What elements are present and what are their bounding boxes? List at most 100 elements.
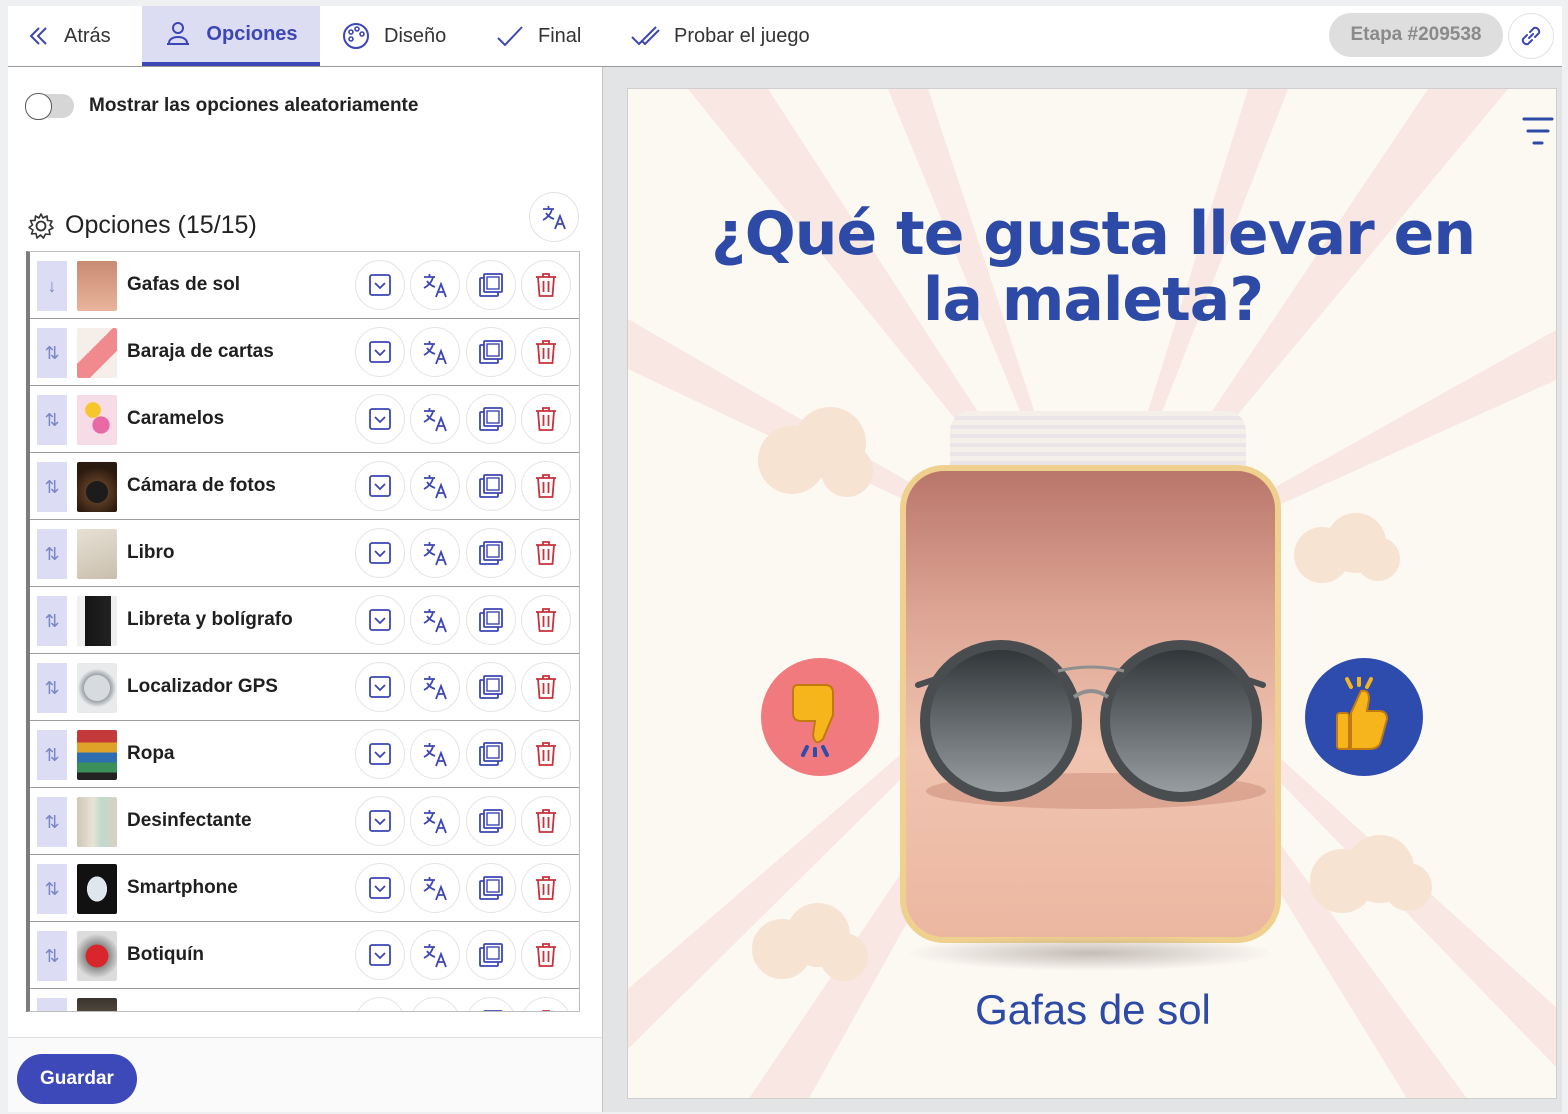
current-option-name: Gafas de sol bbox=[975, 986, 1211, 1033]
duplicate-option-button[interactable] bbox=[466, 729, 516, 779]
translate-option-button[interactable] bbox=[410, 796, 460, 846]
translate-option-button[interactable] bbox=[410, 528, 460, 578]
delete-option-button[interactable] bbox=[521, 662, 571, 712]
back-button[interactable]: Atrás bbox=[28, 6, 111, 66]
tab-design-label: Diseño bbox=[384, 24, 447, 47]
delete-option-button[interactable] bbox=[521, 796, 571, 846]
duplicate-option-button[interactable] bbox=[466, 662, 516, 712]
translate-option-button[interactable] bbox=[410, 930, 460, 980]
duplicate-option-button[interactable] bbox=[466, 528, 516, 578]
expand-option-button[interactable] bbox=[355, 662, 405, 712]
dropdown-box-icon bbox=[369, 475, 391, 497]
delete-option-button[interactable] bbox=[521, 260, 571, 310]
translate-option-button[interactable] bbox=[410, 863, 460, 913]
duplicate-option-button[interactable] bbox=[466, 863, 516, 913]
preview-area: ¿Qué te gusta llevar en la maleta? Gafas… bbox=[602, 67, 1562, 1112]
duplicate-option-button[interactable] bbox=[466, 394, 516, 444]
expand-option-button[interactable] bbox=[355, 595, 405, 645]
translate-option-button[interactable] bbox=[410, 461, 460, 511]
delete-option-button[interactable] bbox=[521, 528, 571, 578]
save-button[interactable]: Guardar bbox=[17, 1054, 137, 1104]
translate-option-button[interactable] bbox=[410, 394, 460, 444]
translate-icon bbox=[423, 274, 447, 298]
drag-handle[interactable]: ⇅ bbox=[37, 529, 67, 579]
expand-option-button[interactable] bbox=[355, 394, 405, 444]
cloud-decoration bbox=[758, 407, 873, 497]
reorder-icon: ⇅ bbox=[44, 945, 60, 966]
duplicate-option-button[interactable] bbox=[466, 997, 516, 1011]
drag-handle[interactable]: ⇅ bbox=[37, 462, 67, 512]
duplicate-option-button[interactable] bbox=[466, 327, 516, 377]
expand-option-button[interactable] bbox=[355, 729, 405, 779]
delete-option-button[interactable] bbox=[521, 863, 571, 913]
drag-handle[interactable]: ⇅ bbox=[37, 998, 67, 1011]
translate-icon bbox=[423, 743, 447, 767]
copy-link-button[interactable] bbox=[1508, 13, 1554, 59]
expand-option-button[interactable] bbox=[355, 528, 405, 578]
expand-option-button[interactable] bbox=[355, 260, 405, 310]
duplicate-option-button[interactable] bbox=[466, 595, 516, 645]
expand-option-button[interactable] bbox=[355, 461, 405, 511]
duplicate-icon bbox=[479, 608, 503, 632]
delete-option-button[interactable] bbox=[521, 729, 571, 779]
option-row: ⇅ Libreta y bolígrafo bbox=[30, 587, 579, 654]
dislike-button[interactable] bbox=[761, 658, 879, 776]
translate-all-button[interactable] bbox=[529, 192, 579, 242]
option-label: Libro bbox=[127, 542, 175, 563]
question-title: ¿Qué te gusta llevar en la maleta? bbox=[710, 199, 1476, 335]
reorder-icon: ⇅ bbox=[44, 543, 60, 564]
drag-handle[interactable]: ⇅ bbox=[37, 596, 67, 646]
expand-option-button[interactable] bbox=[355, 863, 405, 913]
option-card[interactable] bbox=[900, 465, 1281, 943]
duplicate-icon bbox=[483, 1010, 503, 1011]
duplicate-option-button[interactable] bbox=[466, 260, 516, 310]
translate-option-button[interactable] bbox=[410, 997, 460, 1011]
expand-option-button[interactable] bbox=[355, 796, 405, 846]
tab-design[interactable]: Diseño bbox=[342, 6, 446, 66]
trash-icon bbox=[536, 407, 556, 431]
expand-option-button[interactable] bbox=[355, 327, 405, 377]
dropdown-box-icon bbox=[369, 408, 391, 430]
delete-option-button[interactable] bbox=[521, 461, 571, 511]
trash-icon bbox=[536, 742, 556, 766]
dropdown-box-icon bbox=[369, 341, 391, 363]
expand-option-button[interactable] bbox=[355, 997, 405, 1011]
shuffle-toggle[interactable] bbox=[25, 93, 74, 120]
option-row: ↓ Gafas de sol bbox=[30, 252, 579, 319]
option-thumbnail bbox=[77, 931, 117, 981]
duplicate-option-button[interactable] bbox=[466, 930, 516, 980]
translate-option-button[interactable] bbox=[410, 729, 460, 779]
double-check-icon bbox=[631, 26, 660, 46]
panel-footer: Guardar bbox=[8, 1037, 602, 1112]
delete-option-button[interactable] bbox=[521, 327, 571, 377]
menu-icon[interactable] bbox=[1522, 115, 1554, 151]
delete-option-button[interactable] bbox=[521, 595, 571, 645]
tab-test-game[interactable]: Probar el juego bbox=[630, 6, 810, 66]
trash-icon bbox=[536, 608, 556, 632]
translate-option-button[interactable] bbox=[410, 662, 460, 712]
drag-handle[interactable]: ⇅ bbox=[37, 931, 67, 981]
drag-handle[interactable]: ⇅ bbox=[37, 730, 67, 780]
translate-option-button[interactable] bbox=[410, 327, 460, 377]
drag-handle[interactable]: ↓ bbox=[37, 261, 67, 311]
drag-handle[interactable]: ⇅ bbox=[37, 663, 67, 713]
drag-handle[interactable]: ⇅ bbox=[37, 395, 67, 445]
delete-option-button[interactable] bbox=[521, 997, 571, 1011]
top-navigation: Atrás Opciones Diseño Final Probar el ju… bbox=[8, 6, 1562, 67]
tab-final[interactable]: Final bbox=[496, 6, 581, 66]
expand-option-button[interactable] bbox=[355, 930, 405, 980]
tab-options[interactable]: Opciones bbox=[142, 6, 320, 66]
thumbs-down-icon bbox=[792, 684, 834, 757]
drag-handle[interactable]: ⇅ bbox=[37, 328, 67, 378]
drag-handle[interactable]: ⇅ bbox=[37, 797, 67, 847]
drag-handle[interactable]: ⇅ bbox=[37, 864, 67, 914]
trash-icon bbox=[542, 1010, 550, 1011]
trash-icon bbox=[536, 541, 556, 565]
like-button[interactable] bbox=[1305, 658, 1423, 776]
translate-option-button[interactable] bbox=[410, 260, 460, 310]
delete-option-button[interactable] bbox=[521, 930, 571, 980]
duplicate-option-button[interactable] bbox=[466, 461, 516, 511]
translate-option-button[interactable] bbox=[410, 595, 460, 645]
duplicate-option-button[interactable] bbox=[466, 796, 516, 846]
delete-option-button[interactable] bbox=[521, 394, 571, 444]
